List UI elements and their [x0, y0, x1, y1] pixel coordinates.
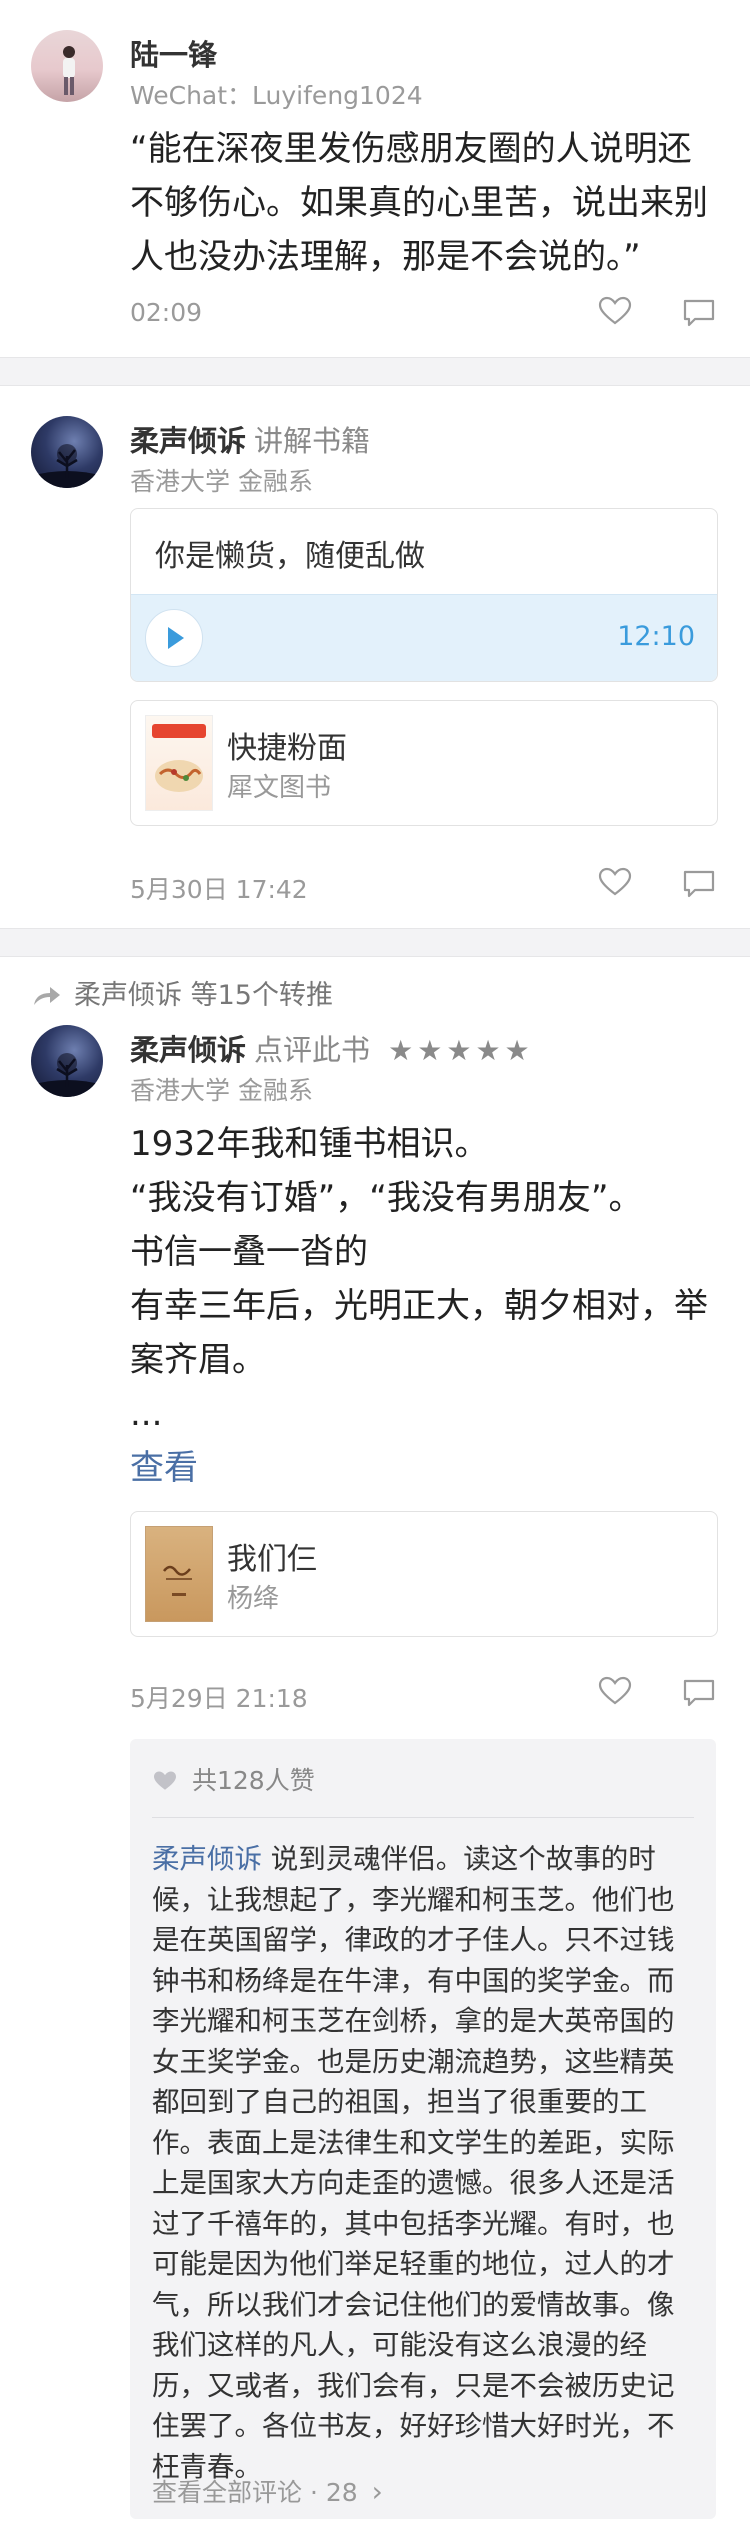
chevron-right-icon: › [371, 2475, 383, 2508]
avatar-figure-icon [63, 46, 75, 95]
avatar-luyifeng[interactable] [31, 30, 103, 102]
comment-line: 我们这样的凡人，可能没有这么浪漫的经 [152, 2329, 647, 2361]
book-cover-icon [163, 1565, 192, 1596]
book-cover [145, 1526, 213, 1622]
book-card[interactable]: 快捷粉面 犀文图书 [130, 700, 718, 826]
post-text: 1932年我和锺书相识。 “我没有订婚”，“我没有男朋友”。 书信一叠一沓的 有… [130, 1117, 720, 1495]
avatar-rouseng[interactable] [31, 1025, 103, 1097]
author-name[interactable]: 柔声倾诉 [130, 1033, 246, 1067]
interaction-box: 共128人赞 柔声倾诉 说到灵魂伴侣。读这个故事的时 候，让我想起了，李光耀和柯… [130, 1739, 716, 2519]
play-button[interactable] [145, 609, 203, 667]
post-tag: 点评此书 [254, 1033, 371, 1067]
comment-line: 李光耀和柯玉芝在剑桥，拿的是大英帝国的 [152, 2005, 675, 2037]
author-line: 柔声倾诉 点评此书 ★★★★★ [130, 1027, 534, 1069]
post-text-line: 人也没办法理解，那是不会说的。” [130, 237, 641, 277]
comment-icon[interactable] [682, 869, 716, 899]
repost-line: 柔声倾诉 等15个转推 [32, 973, 333, 1012]
rating-stars: ★★★★★ [388, 1034, 534, 1067]
likes-row[interactable]: 共128人赞 [152, 1761, 315, 1797]
play-icon [168, 627, 184, 649]
post-text-line: “我没有订婚”，“我没有男朋友”。 [130, 1178, 643, 1218]
likes-count: 共128人赞 [192, 1766, 315, 1795]
comment-line: 候，让我想起了，李光耀和柯玉芝。他们也 [152, 1883, 675, 1916]
comment-line: 气，所以我们才会记住他们的爱情故事。像 [152, 2288, 675, 2321]
post-time: 02:09 [130, 298, 203, 327]
avatar-night-tree-icon [31, 1053, 103, 1097]
post-text-line: “能在深夜里发伤感朋友圈的人说明还 [130, 129, 692, 169]
book-cover [145, 715, 213, 811]
section-divider [0, 357, 750, 386]
post-text-line: 书信一叠一沓的 [130, 1232, 368, 1272]
avatar-night-tree-icon [31, 444, 103, 488]
book-title: 快捷粉面 [227, 731, 347, 766]
author-name[interactable]: 陆一锋 [130, 32, 217, 74]
comment-author[interactable]: 柔声倾诉 [152, 1843, 262, 1875]
voice-duration: 12:10 [617, 621, 695, 652]
comment-text: 柔声倾诉 说到灵魂伴侣。读这个故事的时 候，让我想起了，李光耀和柯玉芝。他们也 … [152, 1839, 706, 2487]
voice-card[interactable]: 你是懒货，随便乱做 12:10 [130, 508, 718, 682]
post-time: 5月29日 21:18 [130, 1684, 308, 1713]
post-time: 5月30日 17:42 [130, 875, 308, 904]
post-text-line: ... [130, 1394, 163, 1434]
repost-user[interactable]: 柔声倾诉 [74, 980, 182, 1011]
like-heart-icon[interactable] [598, 296, 632, 326]
voice-player[interactable]: 12:10 [131, 594, 717, 681]
book-card[interactable]: 我们仨 杨绛 [130, 1511, 718, 1637]
section-divider [0, 928, 750, 957]
comment-icon[interactable] [682, 298, 716, 328]
comment-line: 都回到了自己的祖国，担当了很重要的工 [152, 2086, 647, 2118]
comment-line: 钟书和杨绛是在牛津，有中国的奖学金。而 [152, 1964, 675, 1997]
noodle-cover-icon [152, 724, 206, 792]
post-tag: 讲解书籍 [254, 424, 371, 458]
comment-line: 上是国家大方向走歪的遗憾。很多人还是活 [152, 2167, 675, 2199]
author-school: 香港大学 金融系 [130, 467, 313, 496]
post-text-line: 1932年我和锺书相识。 [130, 1124, 489, 1164]
comment-line: 住罢了。各位书友，好好珍惜大好时光，不 [152, 2410, 675, 2442]
post-1: 陆一锋 WeChat：Luyifeng1024 “能在深夜里发伤感朋友圈的人说明… [0, 0, 750, 357]
repost-arrow-icon [34, 987, 60, 1005]
filled-heart-icon [154, 1771, 176, 1790]
avatar-rouseng[interactable] [31, 416, 103, 488]
comment-line: 过了千禧年的，其中包括李光耀。有时，也 [152, 2207, 675, 2240]
post-text: “能在深夜里发伤感朋友圈的人说明还 不够伤心。如果真的心里苦，说出来别 人也没办… [130, 122, 720, 284]
view-all-comments-link[interactable]: 查看全部评论 · 28 › [152, 2473, 383, 2509]
like-heart-icon[interactable] [598, 1676, 632, 1706]
book-author: 犀文图书 [227, 773, 332, 803]
like-heart-icon[interactable] [598, 867, 632, 897]
post-text-line: 案齐眉。 [130, 1340, 266, 1380]
author-school: 香港大学 金融系 [130, 1076, 313, 1105]
comment-line: 可能是因为他们举足轻重的地位，过人的才 [152, 2248, 675, 2280]
comment-line: 女王奖学金。也是历史潮流趋势，这些精英 [152, 2045, 675, 2078]
comment-line: 历，又或者，我们会有，只是不会被历史记 [152, 2369, 675, 2402]
wechat-id: WeChat：Luyifeng1024 [130, 81, 423, 110]
author-name[interactable]: 柔声倾诉 [130, 424, 246, 458]
post-3: 柔声倾诉 等15个转推 柔声倾诉 点评此书 ★★★★★ 香港大学 金融系 1932… [0, 957, 750, 2548]
book-title: 我们仨 [227, 1542, 317, 1577]
likes-divider [152, 1817, 694, 1818]
post-2: 柔声倾诉 讲解书籍 香港大学 金融系 你是懒货，随便乱做 12:10 快捷粉面 犀… [0, 386, 750, 928]
voice-text: 你是懒货，随便乱做 [155, 539, 425, 574]
comment-icon[interactable] [682, 1678, 716, 1708]
comment-line: 是在英国留学，律政的才子佳人。只不过钱 [152, 1924, 675, 1956]
comment-line: 作。表面上是法律生和文学生的差距，实际 [152, 2126, 675, 2159]
book-author: 杨绛 [227, 1584, 280, 1614]
view-more-link[interactable]: 查看 [130, 1441, 720, 1495]
view-all-comments-label: 查看全部评论 · 28 [152, 2478, 358, 2507]
repost-count: 等15个转推 [190, 980, 333, 1011]
comment-line: 柔声倾诉 说到灵魂伴侣。读这个故事的时 [152, 1839, 706, 1880]
comment-line-text: 说到灵魂伴侣。读这个故事的时 [262, 1843, 656, 1875]
post-text-line: 不够伤心。如果真的心里苦，说出来别 [130, 183, 708, 223]
post-text-line: 有幸三年后，光明正大，朝夕相对，举 [130, 1286, 708, 1326]
author-line: 柔声倾诉 讲解书籍 [130, 418, 370, 460]
